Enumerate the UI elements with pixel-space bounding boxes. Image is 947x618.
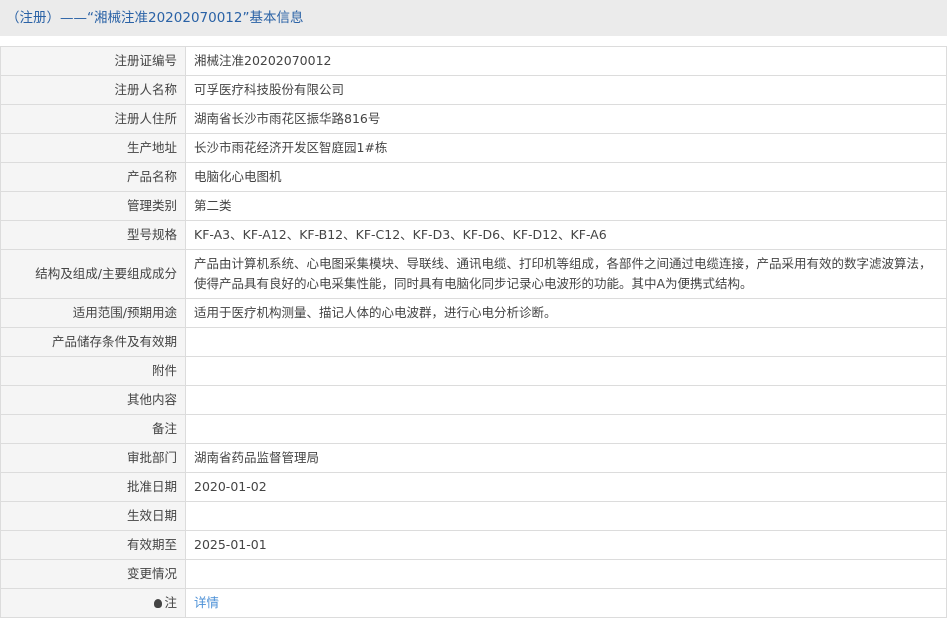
field-label: 备注 (0, 414, 186, 444)
table-row: 产品储存条件及有效期 (0, 327, 947, 357)
table-row: 生效日期 (0, 501, 947, 531)
field-value: 产品由计算机系统、心电图采集模块、导联线、通讯电缆、打印机等组成，各部件之间通过… (185, 249, 947, 299)
field-label: 附件 (0, 356, 186, 386)
field-value: 2020-01-02 (185, 472, 947, 502)
field-value: 湘械注准20202070012 (185, 46, 947, 76)
field-label: 审批部门 (0, 443, 186, 473)
field-value (185, 501, 947, 531)
table-row: 变更情况 (0, 559, 947, 589)
note-label: 注 (0, 588, 186, 618)
field-value: 长沙市雨花经济开发区智庭园1#栋 (185, 133, 947, 163)
field-value: 湖南省药品监督管理局 (185, 443, 947, 473)
table-row: 注册人住所 湖南省长沙市雨花区振华路816号 (0, 104, 947, 134)
info-table: 注册证编号 湘械注准20202070012 注册人名称 可孚医疗科技股份有限公司 注册人… (0, 46, 947, 618)
note-row: 注 详情 (0, 588, 947, 618)
field-value (185, 559, 947, 589)
table-row: 其他内容 (0, 385, 947, 415)
table-row: 型号规格 KF-A3、KF-A12、KF-B12、KF-C12、KF-D3、KF-… (0, 220, 947, 250)
page-title: （注册）——“湘械注准20202070012”基本信息 (0, 0, 947, 36)
table-row: 附件 (0, 356, 947, 386)
field-value (185, 414, 947, 444)
field-label: 注册人住所 (0, 104, 186, 134)
field-value: 湖南省长沙市雨花区振华路816号 (185, 104, 947, 134)
field-label: 有效期至 (0, 530, 186, 560)
table-row: 注册人名称 可孚医疗科技股份有限公司 (0, 75, 947, 105)
field-label: 变更情况 (0, 559, 186, 589)
table-row: 生产地址 长沙市雨花经济开发区智庭园1#栋 (0, 133, 947, 163)
field-value: 适用于医疗机构测量、描记人体的心电波群，进行心电分析诊断。 (185, 298, 947, 328)
field-label: 产品名称 (0, 162, 186, 192)
field-label: 生效日期 (0, 501, 186, 531)
lightbulb-icon (154, 599, 163, 608)
field-label: 结构及组成/主要组成成分 (0, 249, 186, 299)
field-value: 第二类 (185, 191, 947, 221)
field-label: 其他内容 (0, 385, 186, 415)
field-value (185, 356, 947, 386)
table-row: 适用范围/预期用途 适用于医疗机构测量、描记人体的心电波群，进行心电分析诊断。 (0, 298, 947, 328)
field-value: 2025-01-01 (185, 530, 947, 560)
field-label: 注册人名称 (0, 75, 186, 105)
field-value (185, 385, 947, 415)
field-value (185, 327, 947, 357)
table-row: 管理类别 第二类 (0, 191, 947, 221)
table-row: 注册证编号 湘械注准20202070012 (0, 46, 947, 76)
field-label: 产品储存条件及有效期 (0, 327, 186, 357)
field-label: 管理类别 (0, 191, 186, 221)
details-link[interactable]: 详情 (194, 595, 219, 610)
field-label: 生产地址 (0, 133, 186, 163)
field-value: 电脑化心电图机 (185, 162, 947, 192)
field-label: 型号规格 (0, 220, 186, 250)
field-label: 批准日期 (0, 472, 186, 502)
table-row: 审批部门 湖南省药品监督管理局 (0, 443, 947, 473)
table-row: 有效期至 2025-01-01 (0, 530, 947, 560)
field-label: 注册证编号 (0, 46, 186, 76)
field-value: 可孚医疗科技股份有限公司 (185, 75, 947, 105)
table-row: 备注 (0, 414, 947, 444)
note-label-text: 注 (164, 595, 177, 610)
table-row: 批准日期 2020-01-02 (0, 472, 947, 502)
field-label: 适用范围/预期用途 (0, 298, 186, 328)
field-value: KF-A3、KF-A12、KF-B12、KF-C12、KF-D3、KF-D6、K… (185, 220, 947, 250)
table-row: 产品名称 电脑化心电图机 (0, 162, 947, 192)
table-row: 结构及组成/主要组成成分 产品由计算机系统、心电图采集模块、导联线、通讯电缆、打印… (0, 249, 947, 299)
